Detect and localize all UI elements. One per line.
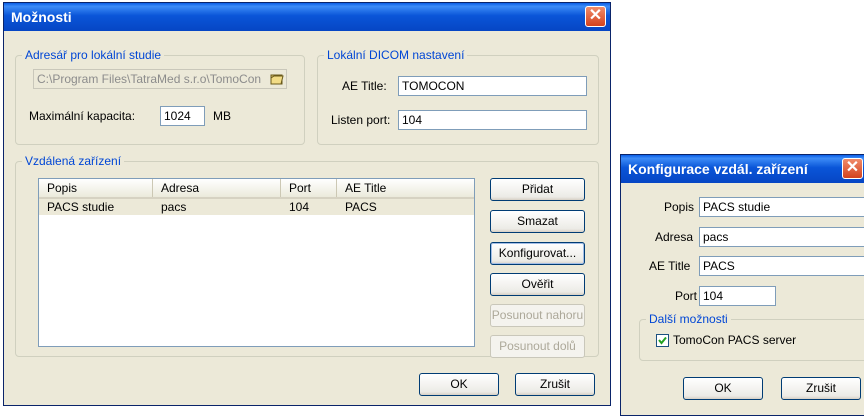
dicom-settings-group: Lokální DICOM nastavení AE Title: TOMOCO…: [317, 48, 599, 145]
max-capacity-unit: MB: [213, 109, 231, 123]
max-capacity-input[interactable]: 1024: [160, 106, 205, 126]
dicom-settings-legend: Lokální DICOM nastavení: [324, 48, 468, 62]
row-ae-title: PACS: [345, 200, 377, 214]
table-row[interactable]: PACS studie pacs 104 PACS: [39, 199, 474, 215]
column-header-adresa[interactable]: Adresa: [153, 179, 281, 197]
options-dialog: Možnosti ✕ Adresář pro lokální studie C:…: [3, 2, 611, 406]
config-ae-title-input[interactable]: PACS: [699, 256, 864, 276]
config-ok-button[interactable]: OK: [683, 377, 763, 400]
config-port-input[interactable]: 104: [699, 286, 776, 306]
config-title-bar[interactable]: Konfigurace vzdál. zařízení ✕: [621, 155, 864, 183]
listen-port-input[interactable]: 104: [398, 110, 587, 130]
local-folder-path-value: C:\Program Files\TatraMed s.r.o\TomoCon: [37, 72, 262, 86]
configure-button[interactable]: Konfigurovat...: [490, 242, 585, 265]
more-options-legend: Další možnosti: [646, 312, 731, 326]
remote-devices-list[interactable]: Popis Adresa Port AE Title PACS studie p…: [38, 178, 475, 347]
open-folder-icon[interactable]: [270, 72, 284, 86]
local-folder-group: Adresář pro lokální studie C:\Program Fi…: [15, 48, 305, 145]
close-icon[interactable]: ✕: [842, 158, 863, 179]
delete-button[interactable]: Smazat: [490, 210, 585, 233]
local-folder-path-field: C:\Program Files\TatraMed s.r.o\TomoCon: [33, 69, 287, 89]
local-folder-legend: Adresář pro lokální studie: [22, 48, 165, 62]
ae-title-input[interactable]: TOMOCON: [398, 76, 587, 96]
close-icon[interactable]: ✕: [585, 6, 606, 27]
config-ae-title-label: AE Title: [649, 259, 691, 273]
row-adresa: pacs: [161, 200, 187, 214]
cancel-button[interactable]: Zrušit: [515, 373, 595, 396]
verify-button[interactable]: Ověřit: [490, 273, 585, 296]
config-adresa-label: Adresa: [655, 230, 694, 244]
config-port-label: Port: [675, 289, 698, 303]
remote-devices-legend: Vzdálená zařízení: [22, 154, 125, 168]
tomocon-pacs-checkbox[interactable]: [656, 334, 669, 347]
move-up-button[interactable]: Posunout nahoru: [490, 304, 585, 327]
tomocon-pacs-label[interactable]: TomoCon PACS server: [673, 333, 796, 347]
config-cancel-button[interactable]: Zrušit: [781, 377, 861, 400]
ok-button[interactable]: OK: [419, 373, 499, 396]
ae-title-label: AE Title:: [342, 79, 387, 93]
options-title-bar[interactable]: Možnosti ✕: [4, 3, 610, 31]
row-port: 104: [289, 200, 310, 214]
options-title: Možnosti: [11, 9, 72, 25]
config-adresa-input[interactable]: pacs: [699, 227, 864, 247]
checkmark-icon: [658, 336, 667, 345]
more-options-group: Další možnosti TomoCon PACS server: [639, 312, 864, 361]
config-popis-label: Popis: [664, 200, 695, 214]
max-capacity-label: Maximální kapacita:: [29, 109, 136, 123]
move-down-button[interactable]: Posunout dolů: [490, 335, 585, 358]
config-title: Konfigurace vzdál. zařízení: [628, 161, 808, 177]
remote-config-dialog: Konfigurace vzdál. zařízení ✕ Popis PACS…: [620, 154, 864, 416]
remote-devices-group: Vzdálená zařízení Popis Adresa Port AE T…: [15, 154, 599, 358]
row-popis: PACS studie: [47, 200, 115, 214]
column-header-ae-title[interactable]: AE Title: [337, 179, 474, 197]
column-header-popis[interactable]: Popis: [39, 179, 153, 197]
list-header: Popis Adresa Port AE Title: [39, 179, 474, 199]
config-popis-input[interactable]: PACS studie: [699, 197, 864, 217]
column-header-port[interactable]: Port: [281, 179, 337, 197]
add-button[interactable]: Přidat: [490, 178, 585, 201]
listen-port-label: Listen port:: [331, 113, 391, 127]
